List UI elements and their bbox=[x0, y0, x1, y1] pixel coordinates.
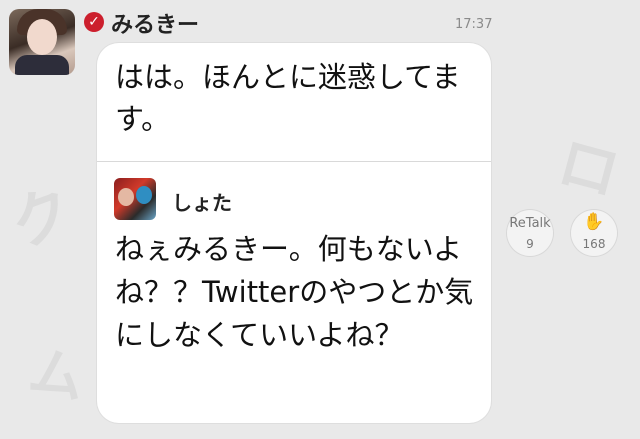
post-timestamp: 17:37 bbox=[455, 17, 493, 32]
background-decoration: ク bbox=[1, 175, 83, 262]
message-text: はは。ほんとに迷惑してます。 bbox=[115, 60, 461, 136]
user-avatar[interactable] bbox=[9, 9, 75, 75]
avatar-face bbox=[118, 188, 134, 206]
avatar-face bbox=[136, 186, 152, 204]
clap-icon: ✋ bbox=[583, 212, 605, 232]
retalk-count: 9 bbox=[526, 237, 534, 251]
quoted-user-avatar[interactable] bbox=[114, 178, 156, 220]
avatar-body bbox=[15, 55, 69, 75]
quote-divider bbox=[97, 161, 491, 162]
retalk-button[interactable]: ReTalk 9 bbox=[507, 210, 553, 256]
background-decoration: ロ bbox=[550, 127, 627, 211]
quoted-username[interactable]: しょた bbox=[172, 187, 232, 216]
quoted-message-text: ねぇみるきー。何もないよね？？Twitterのやつとか気にしなくていいよね？ bbox=[115, 232, 474, 352]
post-username[interactable]: みるきー bbox=[111, 7, 199, 39]
verified-check-icon: ✓ bbox=[84, 12, 104, 32]
background-decoration: ム bbox=[23, 338, 90, 412]
retalk-label: ReTalk bbox=[509, 216, 551, 231]
avatar-face bbox=[27, 19, 57, 55]
clap-button[interactable]: ✋ 168 bbox=[571, 210, 617, 256]
clap-count: 168 bbox=[582, 237, 606, 251]
